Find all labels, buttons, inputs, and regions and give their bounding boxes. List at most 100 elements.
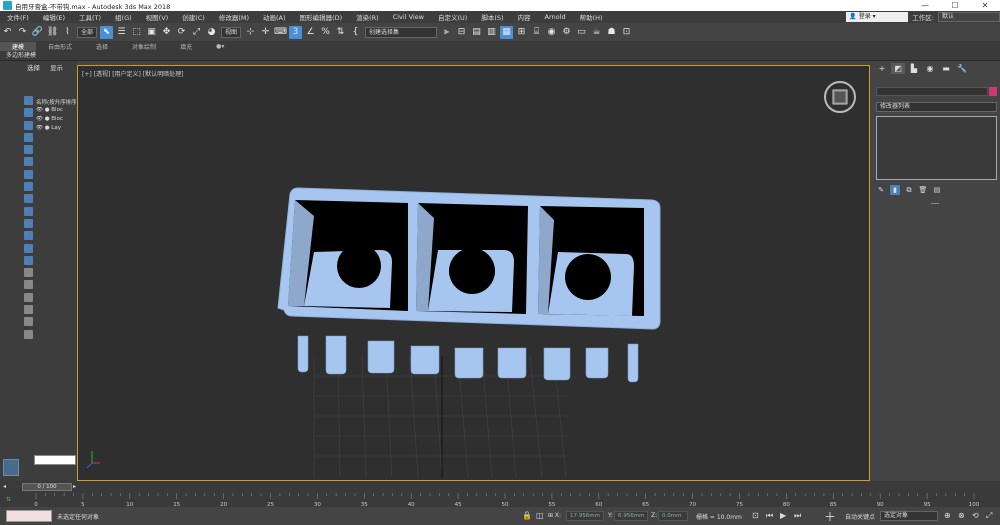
object-color-swatch[interactable] [989,87,997,96]
bones-filter-icon[interactable] [24,206,33,216]
spinner-snap-icon[interactable]: ⇅ [334,26,347,39]
eye-icon[interactable]: 👁 [36,125,43,131]
filter-keys-icon[interactable]: ⇅ [6,496,11,503]
goto-end-icon[interactable]: ⏭ [794,511,801,521]
menu-content[interactable]: 内容 [511,12,538,22]
align-icon[interactable]: ⊟ [455,26,468,39]
list-item[interactable]: 👁 ● Bloc [36,116,76,125]
scene-tab-display[interactable]: 显示 [45,62,68,72]
maximize-button[interactable]: ☐ [940,0,970,11]
edit-named-sel-icon[interactable]: { [349,26,362,39]
undo-icon[interactable]: ↶ [1,26,14,39]
maxscript-listener[interactable] [6,510,52,522]
lock-selection-icon[interactable]: 🔒 [522,511,532,520]
shapes-filter-icon[interactable] [24,120,33,130]
perspective-viewport[interactable]: [+] [透视] [用户定义] [默认明暗处理] [77,65,870,481]
layer-icon[interactable] [24,280,33,290]
menu-customize[interactable]: 自定义(U) [431,12,474,22]
remove-modifier-icon[interactable]: 🗑 [918,185,928,195]
lights-filter-icon[interactable] [24,132,33,142]
render-teapot-icon[interactable]: ☕ [590,26,603,39]
object-name-field[interactable] [876,87,988,96]
play-icon[interactable]: ▶ [780,511,786,520]
minimize-button[interactable]: — [910,0,940,11]
pin-stack-icon[interactable]: ✎ [876,185,886,195]
goto-start-icon[interactable]: ⏮ [766,511,773,521]
create-tab-icon[interactable]: + [875,63,889,74]
render-frame-icon[interactable]: ▭ [575,26,588,39]
angle-snap-icon[interactable]: ∠ [304,26,317,39]
menu-group[interactable]: 组(G) [108,12,139,22]
frozen-filter-icon[interactable] [24,231,33,241]
menu-create[interactable]: 创建(C) [175,12,212,22]
orbit-icon[interactable]: ⟲ [972,511,979,520]
ribbon-tab-selection[interactable]: 选择 [84,42,120,51]
bind-spacewarp-icon[interactable]: ⌇ [61,26,74,39]
render-production-icon[interactable]: ☗ [605,26,618,39]
ribbon-tab-object-paint[interactable]: 对象绘制 [120,42,168,51]
workspace-select[interactable]: 默认 [938,12,1000,22]
menu-rendering[interactable]: 渲染(R) [349,12,386,22]
polygon-modeling-label[interactable]: 多边形建模 [0,52,36,59]
next-frame-icon[interactable]: ▸ [73,483,76,490]
viewport-layout-button[interactable] [3,459,19,476]
percent-snap-icon[interactable]: % [319,26,332,39]
menu-file[interactable]: 文件(F) [0,12,36,22]
spacewarps-filter-icon[interactable] [24,169,33,179]
window-crossing-icon[interactable]: ▣ [145,26,158,39]
link-icon[interactable]: 🔗 [31,26,44,39]
move-icon[interactable]: ✥ [160,26,173,39]
display-tab-icon[interactable]: ▬ [939,63,953,74]
menu-tools[interactable]: 工具(T) [72,12,108,22]
pivot-icon[interactable]: ⊹ [244,26,257,39]
add-time-tag-icon[interactable]: ⊡ [752,511,759,520]
login-dropdown[interactable]: 👤 登录 ▾ [846,12,909,22]
ribbon-tab-populate[interactable]: 填充 [168,42,204,51]
manipulate-icon[interactable]: ✛ [259,26,272,39]
scale-icon[interactable]: ⤢ [190,26,203,39]
eye-icon[interactable]: 👁 [36,107,43,113]
cameras-filter-icon[interactable] [24,145,33,155]
mirror-icon[interactable]: ⫸ [440,26,453,39]
ribbon-toggle-icon[interactable]: ▦ [500,25,514,39]
isolate-icon[interactable]: ◫ [536,511,544,520]
snap-toggle-icon[interactable]: 3 [289,25,303,39]
modifier-stack[interactable] [876,116,997,180]
ribbon-tab-modeling[interactable]: 建模 [0,41,37,51]
viewcube-icon[interactable] [823,80,857,114]
set-key-icon[interactable]: ＋ [824,508,836,525]
rect-selection-icon[interactable]: ⬚ [130,26,143,39]
xrefs-filter-icon[interactable] [24,194,33,204]
modify-tab-icon[interactable]: ◩ [891,62,905,74]
hierarchy-icon[interactable] [24,292,33,302]
selection-filter[interactable]: 全部 [77,26,98,38]
eye-icon[interactable]: 👁 [36,116,43,122]
groups-filter-icon[interactable] [24,182,33,192]
key-filter-select[interactable]: 选定对象 [880,511,938,521]
select-by-name-icon[interactable]: ☰ [115,26,128,39]
ribbon-tab-freeform[interactable]: 自由形式 [36,42,84,51]
layer-explorer-icon[interactable]: ▤ [470,26,483,39]
material-editor-icon[interactable]: ◉ [545,26,558,39]
render-setup-icon[interactable]: ⚙ [560,26,573,39]
auto-key-button[interactable]: 自动关键点 [845,512,875,521]
time-slider[interactable]: ◂ 0 / 100 ▸ [0,481,1000,493]
placement-icon[interactable]: ◕ [205,26,218,39]
make-unique-icon[interactable]: ⧉ [904,185,914,195]
z-coordinate-field[interactable]: 0.0mm [658,511,688,521]
invert-icon[interactable] [24,268,33,278]
prev-frame-icon[interactable]: ◂ [3,483,6,490]
menu-graph-editors[interactable]: 图形编辑器(D) [293,12,350,22]
filter-icon[interactable] [24,317,33,327]
menu-help[interactable]: 帮助(H) [573,12,610,22]
display-none-icon[interactable] [24,255,33,265]
y-coordinate-field[interactable]: 6.956mm [614,511,648,521]
hidden-filter-icon[interactable] [24,243,33,253]
keyboard-shortcut-icon[interactable]: ⌨ [274,26,287,39]
menu-animation[interactable]: 动画(A) [256,12,293,22]
utilities-tab-icon[interactable]: 🔧 [955,63,969,74]
zoom-icon[interactable]: ⊕ [944,511,951,520]
geometry-filter-icon[interactable] [24,108,33,118]
zoom-all-icon[interactable]: ⊗ [958,511,965,520]
rotate-icon[interactable]: ⟳ [175,26,188,39]
